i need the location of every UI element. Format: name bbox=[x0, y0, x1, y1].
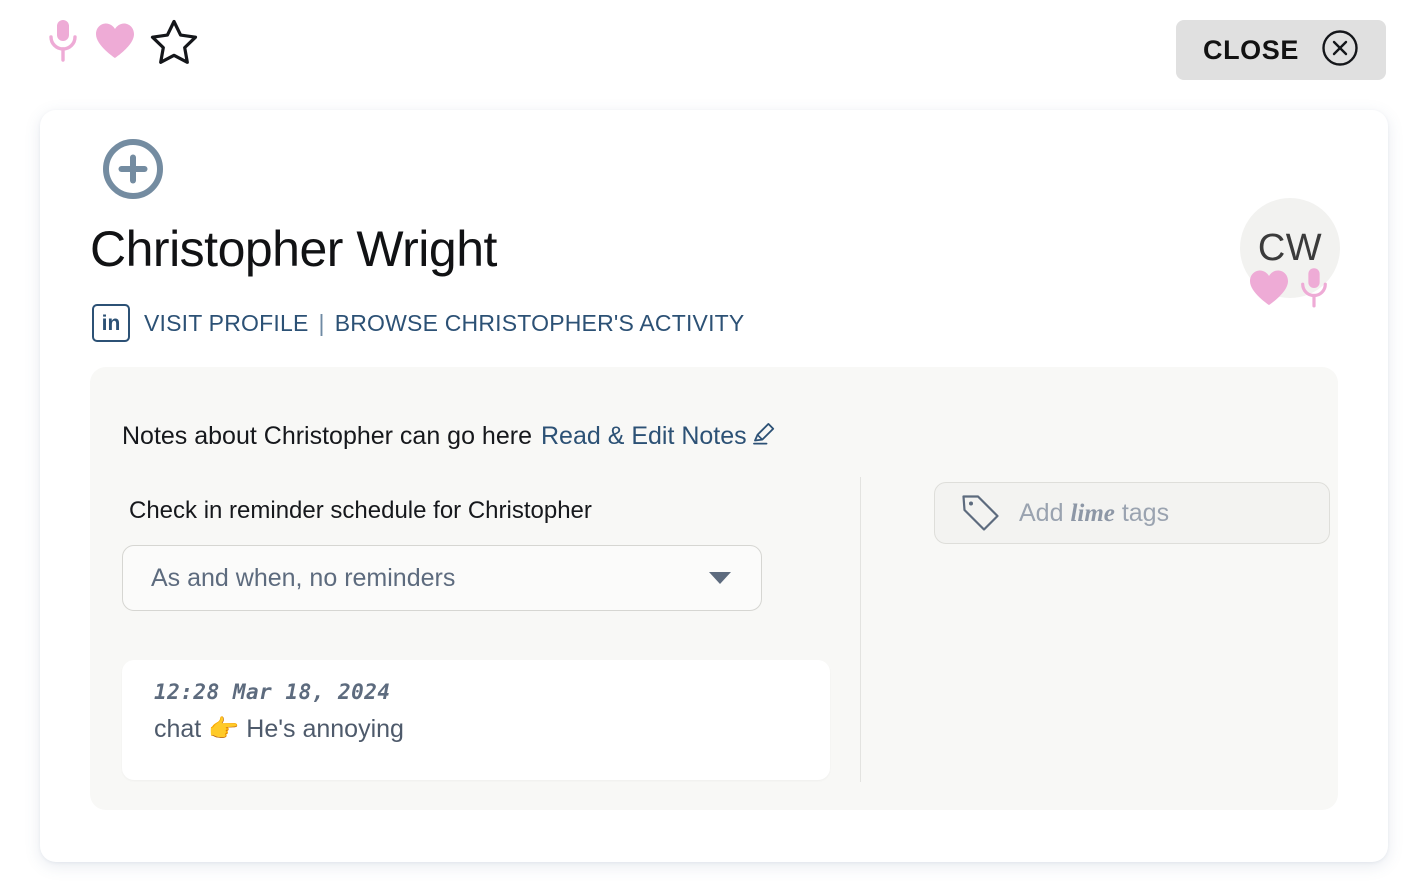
linkedin-icon[interactable]: in bbox=[92, 304, 130, 342]
top-bar: CLOSE bbox=[0, 0, 1404, 95]
avatar-group: CW bbox=[1240, 198, 1340, 308]
note-entry[interactable]: 12:28 Mar 18, 2024 chat 👉 He's annoying bbox=[122, 660, 830, 780]
tag-placeholder-emphasis: lime bbox=[1070, 499, 1115, 527]
reminder-schedule-select[interactable]: As and when, no reminders bbox=[122, 545, 762, 611]
top-bar-icon-group bbox=[46, 18, 198, 69]
plus-circle-icon[interactable] bbox=[102, 138, 164, 200]
reminder-schedule-label: Check in reminder schedule for Christoph… bbox=[129, 497, 592, 524]
microphone-icon[interactable] bbox=[1298, 266, 1330, 315]
app-root: CLOSE Christopher Wright in VISIT PROFIL… bbox=[0, 0, 1404, 882]
close-circle-icon bbox=[1321, 29, 1359, 72]
page-title: Christopher Wright bbox=[90, 221, 497, 277]
read-edit-notes-link[interactable]: Read & Edit Notes bbox=[541, 422, 747, 451]
visit-profile-link[interactable]: VISIT PROFILE bbox=[144, 310, 309, 337]
close-button[interactable]: CLOSE bbox=[1176, 20, 1386, 80]
profile-link-row: in VISIT PROFILE | BROWSE CHRISTOPHER'S … bbox=[92, 304, 744, 342]
notes-static-text: Notes about Christopher can go here bbox=[122, 422, 532, 450]
note-timestamp: 12:28 Mar 18, 2024 bbox=[154, 680, 391, 704]
microphone-icon[interactable] bbox=[46, 18, 80, 69]
tag-icon bbox=[959, 491, 1003, 536]
avatar-initials: CW bbox=[1257, 226, 1323, 269]
reminder-schedule-value: As and when, no reminders bbox=[151, 563, 456, 592]
close-button-label: CLOSE bbox=[1202, 34, 1299, 65]
heart-icon[interactable] bbox=[94, 21, 136, 66]
link-separator: | bbox=[318, 309, 325, 336]
chevron-down-icon bbox=[709, 572, 731, 584]
note-body: chat 👉 He's annoying bbox=[154, 715, 404, 743]
tag-placeholder-prefix: Add bbox=[1019, 498, 1071, 527]
pencil-icon[interactable] bbox=[749, 419, 777, 454]
profile-links: VISIT PROFILE | BROWSE CHRISTOPHER'S ACT… bbox=[144, 310, 744, 337]
notes-panel: Notes about Christopher can go here Read… bbox=[90, 367, 1338, 810]
tag-input[interactable]: Add lime tags bbox=[934, 482, 1330, 544]
browse-activity-link[interactable]: BROWSE CHRISTOPHER'S ACTIVITY bbox=[335, 310, 745, 337]
tag-input-placeholder: Add lime tags bbox=[1019, 499, 1169, 528]
tag-placeholder-suffix: tags bbox=[1114, 498, 1170, 527]
notes-header: Notes about Christopher can go here Read… bbox=[122, 419, 777, 454]
contact-card: Christopher Wright in VISIT PROFILE | BR… bbox=[40, 110, 1388, 862]
avatar-icon-group bbox=[1248, 266, 1330, 315]
star-outline-icon[interactable] bbox=[150, 18, 198, 69]
column-divider bbox=[860, 477, 861, 782]
heart-icon[interactable] bbox=[1248, 268, 1290, 313]
